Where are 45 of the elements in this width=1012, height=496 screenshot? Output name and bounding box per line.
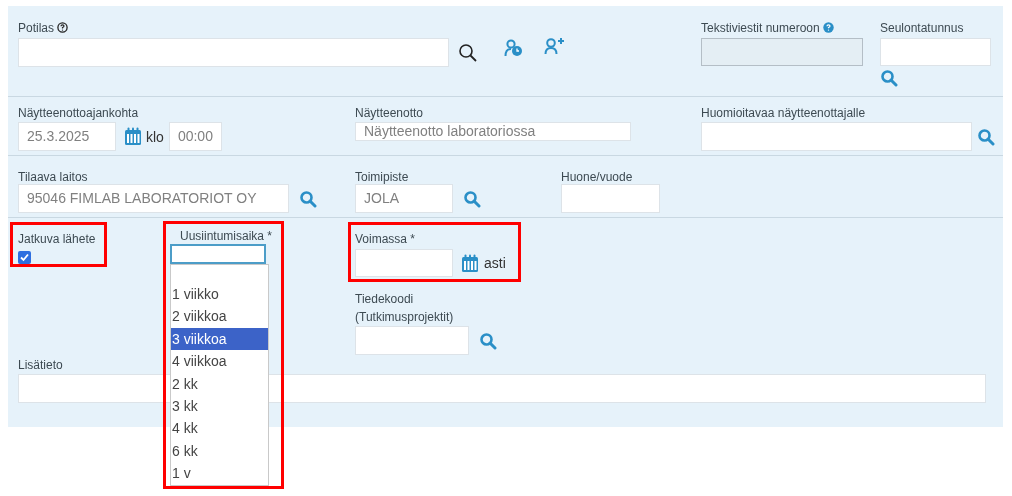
dropdown-option[interactable]: 1 v [171, 462, 268, 485]
user-clock-icon[interactable] [504, 38, 524, 57]
dropdown-option[interactable]: 2 viikkoa [171, 305, 268, 328]
field-label: Tiedekoodi [355, 292, 414, 306]
help-icon[interactable] [57, 22, 69, 33]
dropdown-option[interactable]: 4 viikkoa [171, 350, 268, 373]
field-label: Uusiintumisaika * [180, 229, 273, 243]
field-label: Seulontatunnus [880, 21, 964, 35]
time-label: klo [146, 128, 164, 145]
input-field[interactable] [880, 38, 991, 66]
input-field[interactable] [18, 38, 449, 67]
input-field[interactable] [701, 122, 972, 151]
checkbox[interactable] [18, 251, 31, 264]
field-label: Näytteenottoajankohta [18, 106, 139, 120]
field-label: Jatkuva lähete [18, 232, 96, 246]
calendar-icon[interactable] [124, 127, 142, 146]
dropdown-option[interactable]: 1 viikko [171, 283, 268, 306]
input-field[interactable]: 95046 FIMLAB LABORATORIOT OY [18, 184, 289, 213]
input-field[interactable] [355, 326, 469, 355]
field-label: Potilas [18, 21, 55, 35]
until-label: asti [484, 255, 506, 271]
dropdown-option[interactable]: 4 kk [171, 417, 268, 440]
input-field[interactable]: JOLA [355, 184, 453, 213]
calendar-icon[interactable] [461, 253, 479, 273]
field-label: Voimassa * [355, 232, 416, 246]
field-label: Lisätieto [18, 358, 63, 372]
input-field[interactable] [561, 184, 660, 213]
field-label: Tekstiviestit numeroon [701, 21, 820, 35]
field-label: Toimipiste [355, 170, 409, 184]
input-field[interactable]: 00:00 [168, 122, 222, 151]
search-icon[interactable] [458, 42, 478, 63]
field-label: Huomioitavaa näytteenottajalle [701, 106, 866, 120]
dropdown-option[interactable]: 3 viikkoa [171, 327, 268, 351]
select-field[interactable] [170, 244, 266, 264]
add-user-icon[interactable] [544, 36, 566, 55]
input-field[interactable]: 25.3.2025 [18, 122, 116, 151]
field-label: Tilaava laitos [18, 170, 88, 184]
input-field[interactable] [355, 249, 453, 277]
dropdown-option[interactable]: 2 kk [171, 372, 268, 395]
field-label: Näytteenotto [355, 106, 424, 120]
dropdown-option[interactable]: 3 kk [171, 394, 268, 418]
field-label: (Tutkimusprojektit) [355, 310, 454, 324]
dropdown-option[interactable]: 6 kk [171, 439, 268, 463]
input-field[interactable]: Näytteenotto laboratoriossa [355, 122, 631, 141]
field-label: Huone/vuode [561, 170, 633, 184]
